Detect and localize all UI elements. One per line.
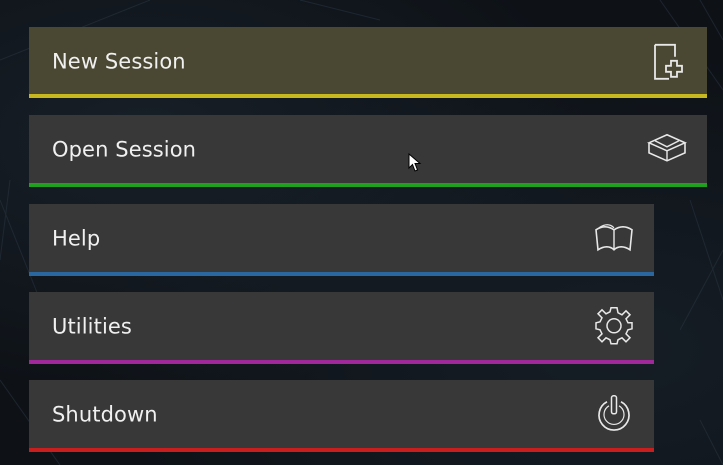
power-icon bbox=[592, 392, 636, 436]
new-session-label: New Session bbox=[52, 49, 186, 74]
open-session-accent-bar bbox=[29, 183, 707, 187]
open-session-button[interactable]: Open Session bbox=[29, 115, 707, 187]
utilities-button[interactable]: Utilities bbox=[29, 292, 654, 364]
shutdown-button[interactable]: Shutdown bbox=[29, 380, 654, 452]
new-session-accent-bar bbox=[29, 94, 707, 98]
new-session-icon bbox=[645, 38, 689, 82]
help-label: Help bbox=[52, 226, 101, 251]
book-icon bbox=[592, 216, 636, 260]
shutdown-label: Shutdown bbox=[52, 402, 158, 427]
open-session-label: Open Session bbox=[52, 137, 197, 162]
gear-icon bbox=[592, 304, 636, 348]
open-box-icon bbox=[645, 127, 689, 171]
new-session-button[interactable]: New Session bbox=[29, 27, 707, 98]
help-accent-bar bbox=[29, 272, 654, 276]
utilities-label: Utilities bbox=[52, 314, 132, 339]
shutdown-accent-bar bbox=[29, 448, 654, 452]
help-button[interactable]: Help bbox=[29, 204, 654, 276]
mouse-cursor bbox=[408, 152, 422, 173]
utilities-accent-bar bbox=[29, 360, 654, 364]
